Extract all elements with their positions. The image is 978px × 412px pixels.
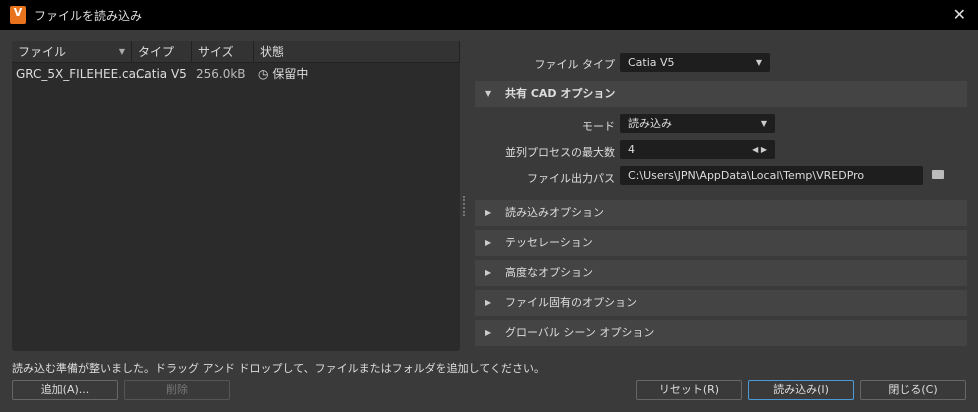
column-size[interactable]: サイズ <box>192 41 254 62</box>
file-type-select[interactable]: Catia V5 ▼ <box>620 53 770 72</box>
file-type-value: Catia V5 <box>628 56 675 69</box>
folder-open-icon[interactable] <box>932 170 944 179</box>
add-button[interactable]: 追加(A)... <box>12 380 118 400</box>
table-row[interactable]: GRC_5X_FILEHEE.ca... Catia V5 256.0kB ◷ … <box>12 63 460 85</box>
section-label: 共有 CAD オプション <box>505 87 616 100</box>
max-process-spinner[interactable]: 4 ◀ ▶ <box>620 140 775 159</box>
status-text: 読み込む準備が整いました。ドラッグ アンド ドロップして、ファイルまたはフォルダ… <box>12 362 546 375</box>
file-list[interactable]: ファイル ▼ タイプ サイズ 状態 GRC_5X_FILEHEE.ca... Ca… <box>12 41 460 351</box>
section-import-options[interactable]: ▶ 読み込みオプション <box>475 200 967 226</box>
close-button[interactable]: 閉じる(C) <box>860 380 966 400</box>
import-button[interactable]: 読み込み(I) <box>748 380 854 400</box>
close-icon[interactable]: ✕ <box>953 5 966 24</box>
clock-icon: ◷ <box>258 67 269 81</box>
file-type-label: ファイル タイプ <box>534 58 616 71</box>
collapsed-icon: ▶ <box>485 238 492 247</box>
expanded-icon: ▼ <box>485 89 492 98</box>
cell-file: GRC_5X_FILEHEE.ca... <box>16 67 148 81</box>
section-global-scene-options[interactable]: ▶ グローバル シーン オプション <box>475 320 967 346</box>
section-label: グローバル シーン オプション <box>505 326 655 339</box>
chevron-down-icon: ▼ <box>760 119 767 128</box>
window-title: ファイルを読み込み <box>34 8 143 23</box>
title-bar: V ファイルを読み込み ✕ <box>0 0 978 30</box>
remove-button[interactable]: 削除 <box>124 380 230 400</box>
section-label: 高度なオプション <box>505 266 593 279</box>
list-header: ファイル ▼ タイプ サイズ 状態 <box>12 41 460 63</box>
column-status[interactable]: 状態 <box>254 41 460 62</box>
chevron-down-icon: ▼ <box>755 58 762 67</box>
app-logo-icon: V <box>10 6 26 24</box>
collapsed-icon: ▶ <box>485 328 492 337</box>
max-process-value: 4 <box>628 143 635 156</box>
reset-button[interactable]: リセット(R) <box>636 380 742 400</box>
mode-value: 読み込み <box>628 117 672 130</box>
splitter-handle[interactable] <box>463 196 465 216</box>
column-type[interactable]: タイプ <box>132 41 192 62</box>
output-path-input[interactable]: C:\Users\JPN\AppData\Local\Temp\VREDPro <box>620 166 923 185</box>
collapsed-icon: ▶ <box>485 208 492 217</box>
section-advanced-options[interactable]: ▶ 高度なオプション <box>475 260 967 286</box>
output-path-label: ファイル出力パス <box>527 172 615 185</box>
stepper-arrows-icon[interactable]: ◀ ▶ <box>752 140 767 159</box>
column-label: ファイル <box>18 45 67 59</box>
section-label: 読み込みオプション <box>505 206 604 219</box>
mode-label: モード <box>582 120 615 133</box>
mode-select[interactable]: 読み込み ▼ <box>620 114 775 133</box>
section-label: ファイル固有のオプション <box>505 296 637 309</box>
section-shared-cad[interactable]: ▼ 共有 CAD オプション <box>475 81 967 107</box>
sort-down-icon: ▼ <box>118 47 125 56</box>
section-label: テッセレーション <box>505 236 593 249</box>
max-process-label: 並列プロセスの最大数 <box>505 146 615 159</box>
section-tessellation[interactable]: ▶ テッセレーション <box>475 230 967 256</box>
column-file[interactable]: ファイル ▼ <box>12 41 132 62</box>
section-file-specific-options[interactable]: ▶ ファイル固有のオプション <box>475 290 967 316</box>
cell-size: 256.0kB <box>196 67 246 81</box>
cell-status: ◷ 保留中 <box>254 63 460 85</box>
status-label: 保留中 <box>272 67 309 81</box>
collapsed-icon: ▶ <box>485 268 492 277</box>
collapsed-icon: ▶ <box>485 298 492 307</box>
